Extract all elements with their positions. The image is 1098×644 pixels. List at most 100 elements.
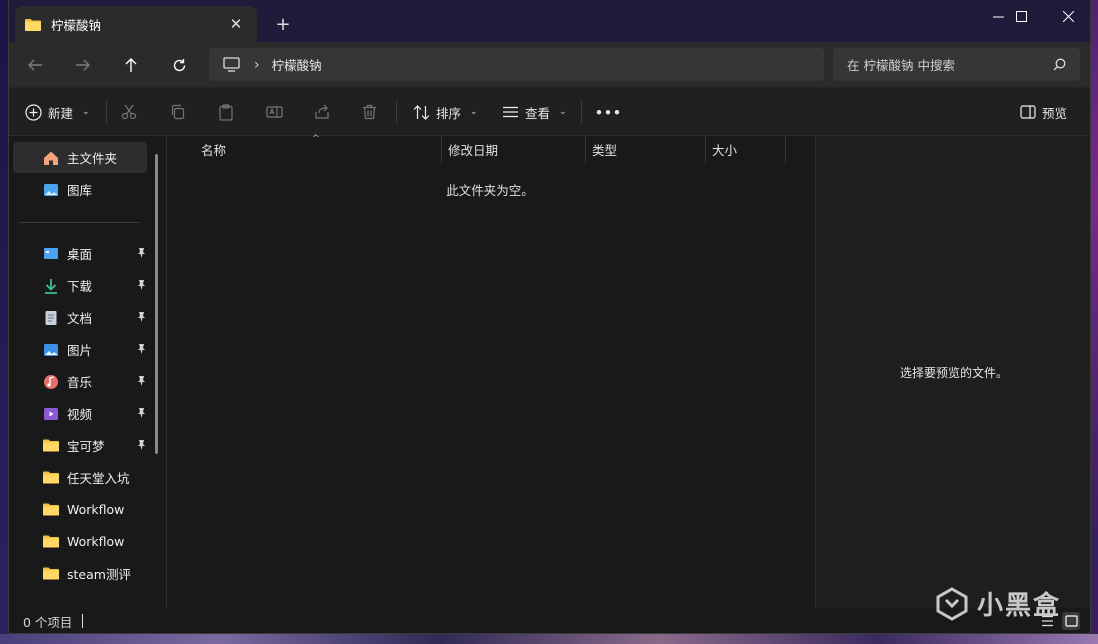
folder-icon <box>43 534 59 550</box>
music-icon <box>43 374 59 390</box>
preview-pane: 选择要预览的文件。 <box>816 136 1090 608</box>
folder-icon <box>43 470 59 486</box>
sidebar-item[interactable]: 下载 <box>13 270 147 301</box>
toolbar-divider <box>581 100 582 124</box>
rename-icon <box>266 106 283 118</box>
sidebar-item-label: 图库 <box>67 183 93 198</box>
list-view-icon <box>503 106 518 118</box>
sidebar-item[interactable]: 音乐 <box>13 366 147 397</box>
tab-title: 柠檬酸钠 <box>51 17 102 33</box>
sidebar-item[interactable]: steam测评 <box>13 558 147 589</box>
copy-button[interactable] <box>170 97 186 127</box>
cut-button[interactable] <box>121 97 137 127</box>
clipboard-icon <box>219 103 233 121</box>
view-button[interactable]: 查看 ⌄ <box>502 97 567 127</box>
chevron-right-icon[interactable]: › <box>254 57 260 73</box>
pin-icon[interactable] <box>135 311 147 323</box>
sidebar-item-label: steam测评 <box>67 567 131 582</box>
sidebar-item[interactable]: 任天堂入坑 <box>13 462 147 493</box>
search-box[interactable]: 在 柠檬酸钠 中搜索 <box>833 48 1080 81</box>
add-circle-icon <box>25 103 42 121</box>
download-icon <box>43 278 59 294</box>
column-divider[interactable] <box>785 136 786 163</box>
sidebar-item[interactable]: Workflow <box>13 494 147 525</box>
preview-pane-button[interactable]: 预览 <box>1020 97 1067 127</box>
maximize-button[interactable] <box>997 0 1045 32</box>
empty-folder-message: 此文件夹为空。 <box>446 183 534 198</box>
sidebar-item-label: 文档 <box>67 311 93 326</box>
column-headers: ^ 名称 修改日期 类型 大小 <box>167 134 815 163</box>
search-icon <box>1053 58 1066 71</box>
pin-icon[interactable] <box>135 439 147 451</box>
sidebar-item-label: 宝可梦 <box>67 439 105 454</box>
refresh-button[interactable] <box>163 50 195 80</box>
search-input[interactable]: 在 柠檬酸钠 中搜索 <box>847 55 1053 74</box>
sidebar-item[interactable]: 图片 <box>13 334 147 365</box>
pin-icon[interactable] <box>135 343 147 355</box>
column-header-type[interactable]: 类型 <box>586 136 705 163</box>
status-divider <box>82 614 84 628</box>
copy-icon <box>171 104 185 120</box>
sidebar-item-label: Workflow <box>67 534 125 549</box>
sidebar-item-label: 任天堂入坑 <box>67 471 130 486</box>
breadcrumb-current[interactable]: 柠檬酸钠 <box>272 55 322 74</box>
sidebar-item-label: 音乐 <box>67 375 93 390</box>
sidebar-item-label: Workflow <box>67 502 125 517</box>
sidebar-item-label: 下载 <box>67 279 93 294</box>
refresh-icon <box>173 58 185 71</box>
tiles-view-icon <box>1064 615 1078 627</box>
sort-button[interactable]: 排序 ⌄ <box>413 97 478 127</box>
sidebar-item[interactable]: 主文件夹 <box>13 142 147 173</box>
new-button-label: 新建 <box>48 105 74 121</box>
new-tab-button[interactable]: + <box>271 12 295 36</box>
back-button[interactable] <box>19 50 51 80</box>
item-count: 0 个项目 <box>23 614 73 630</box>
view-button-label: 查看 <box>525 105 551 121</box>
toolbar-divider <box>396 100 397 124</box>
desktop-icon <box>43 246 59 262</box>
pin-icon[interactable] <box>135 247 147 259</box>
delete-button[interactable] <box>362 97 377 127</box>
paste-button[interactable] <box>218 97 234 127</box>
column-header-date[interactable]: 修改日期 <box>442 136 585 163</box>
folder-icon <box>43 438 59 454</box>
forward-button[interactable] <box>67 50 99 80</box>
folder-icon <box>43 566 59 582</box>
this-pc-icon <box>223 57 240 72</box>
more-options-button[interactable]: ••• <box>595 97 622 127</box>
sidebar-scrollbar[interactable] <box>155 154 158 454</box>
close-tab-icon[interactable]: ✕ <box>225 13 247 35</box>
sort-icon <box>413 104 430 120</box>
sidebar-item[interactable]: 文档 <box>13 302 147 333</box>
sort-button-label: 排序 <box>436 105 462 121</box>
tiles-view-button[interactable] <box>1062 612 1080 630</box>
up-button[interactable] <box>115 50 147 80</box>
watermark: 小黑盒 <box>935 585 1061 622</box>
rename-button[interactable] <box>266 97 283 127</box>
desktop-wallpaper-strip <box>0 634 1098 644</box>
close-icon <box>1062 10 1074 22</box>
document-icon <box>43 310 59 326</box>
pin-icon[interactable] <box>135 375 147 387</box>
sidebar-item-label: 桌面 <box>67 247 93 262</box>
close-window-button[interactable] <box>1044 0 1090 32</box>
pin-icon[interactable] <box>135 407 147 419</box>
command-bar: 新建 ⌄ 排序 ⌄ 查看 ⌄ ••• 预览 <box>9 88 1090 136</box>
tab-active[interactable]: 柠檬酸钠 ✕ <box>15 6 257 42</box>
video-icon <box>43 406 59 422</box>
maximize-icon <box>1015 10 1027 22</box>
sidebar-item[interactable]: Workflow <box>13 526 147 557</box>
file-explorer-window: 柠檬酸钠 ✕ + › 柠檬酸钠 在 柠檬酸钠 中搜索 新建 ⌄ 排序 ⌄ 查看 … <box>8 0 1091 634</box>
new-button[interactable]: 新建 ⌄ <box>25 97 90 127</box>
pin-icon[interactable] <box>135 279 147 291</box>
sidebar-item[interactable]: 宝可梦 <box>13 430 147 461</box>
folder-icon <box>25 18 41 31</box>
file-list: ^ 名称 修改日期 类型 大小 此文件夹为空。 <box>167 134 815 608</box>
sidebar-item[interactable]: 图库 <box>13 174 147 205</box>
address-bar[interactable]: › 柠檬酸钠 <box>209 48 824 81</box>
column-header-size[interactable]: 大小 <box>706 136 785 163</box>
sidebar-item[interactable]: 桌面 <box>13 238 147 269</box>
sidebar-item[interactable]: 视频 <box>13 398 147 429</box>
column-header-name[interactable]: 名称 <box>195 136 441 163</box>
share-button[interactable] <box>314 97 330 127</box>
